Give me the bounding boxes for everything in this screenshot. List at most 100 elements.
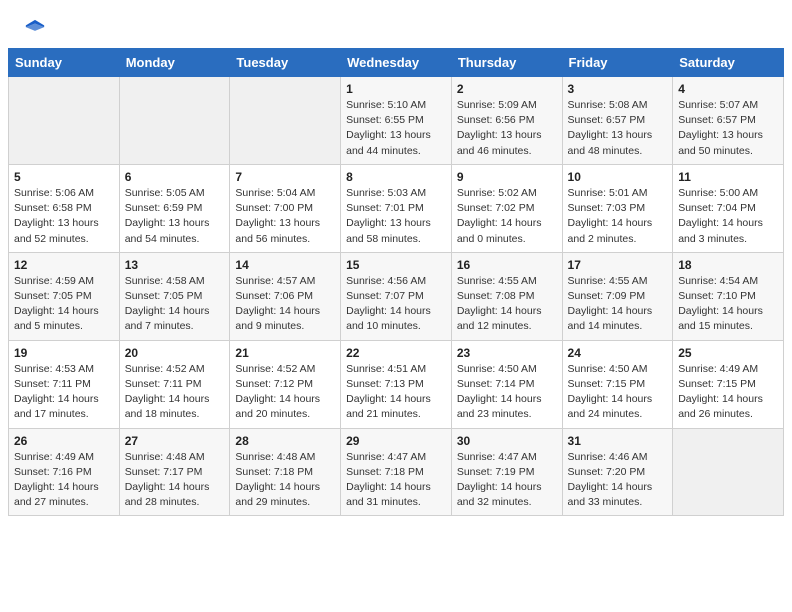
day-info: Sunrise: 5:03 AM Sunset: 7:01 PM Dayligh…: [346, 186, 446, 247]
day-info: Sunrise: 4:55 AM Sunset: 7:09 PM Dayligh…: [568, 274, 668, 335]
day-number: 22: [346, 346, 446, 360]
day-info: Sunrise: 4:54 AM Sunset: 7:10 PM Dayligh…: [678, 274, 778, 335]
day-number: 10: [568, 170, 668, 184]
day-number: 5: [14, 170, 114, 184]
day-number: 1: [346, 82, 446, 96]
day-info: Sunrise: 5:02 AM Sunset: 7:02 PM Dayligh…: [457, 186, 557, 247]
calendar-cell: [673, 428, 784, 516]
day-info: Sunrise: 4:57 AM Sunset: 7:06 PM Dayligh…: [235, 274, 335, 335]
calendar-cell: 9 Sunrise: 5:02 AM Sunset: 7:02 PM Daylig…: [451, 164, 562, 252]
day-number: 24: [568, 346, 668, 360]
calendar-cell: 29 Sunrise: 4:47 AM Sunset: 7:18 PM Dayli…: [341, 428, 452, 516]
day-number: 8: [346, 170, 446, 184]
calendar-cell: 31 Sunrise: 4:46 AM Sunset: 7:20 PM Dayli…: [562, 428, 673, 516]
weekday-row: SundayMondayTuesdayWednesdayThursdayFrid…: [9, 49, 784, 77]
day-info: Sunrise: 4:55 AM Sunset: 7:08 PM Dayligh…: [457, 274, 557, 335]
day-info: Sunrise: 4:50 AM Sunset: 7:14 PM Dayligh…: [457, 362, 557, 423]
calendar-cell: 14 Sunrise: 4:57 AM Sunset: 7:06 PM Dayli…: [230, 252, 341, 340]
day-number: 12: [14, 258, 114, 272]
weekday-header-thursday: Thursday: [451, 49, 562, 77]
day-number: 19: [14, 346, 114, 360]
calendar-table: SundayMondayTuesdayWednesdayThursdayFrid…: [8, 48, 784, 516]
day-info: Sunrise: 5:05 AM Sunset: 6:59 PM Dayligh…: [125, 186, 225, 247]
calendar-cell: 28 Sunrise: 4:48 AM Sunset: 7:18 PM Dayli…: [230, 428, 341, 516]
calendar-cell: 30 Sunrise: 4:47 AM Sunset: 7:19 PM Dayli…: [451, 428, 562, 516]
day-number: 9: [457, 170, 557, 184]
day-number: 2: [457, 82, 557, 96]
day-info: Sunrise: 4:49 AM Sunset: 7:15 PM Dayligh…: [678, 362, 778, 423]
day-number: 14: [235, 258, 335, 272]
weekday-header-monday: Monday: [119, 49, 230, 77]
calendar-cell: 6 Sunrise: 5:05 AM Sunset: 6:59 PM Daylig…: [119, 164, 230, 252]
calendar-week-1: 1Sunrise: 5:10 AM Sunset: 6:55 PM Daylig…: [9, 77, 784, 165]
day-number: 29: [346, 434, 446, 448]
day-info: Sunrise: 4:47 AM Sunset: 7:18 PM Dayligh…: [346, 450, 446, 511]
calendar-week-5: 26Sunrise: 4:49 AM Sunset: 7:16 PM Dayli…: [9, 428, 784, 516]
day-number: 20: [125, 346, 225, 360]
calendar-cell: 17 Sunrise: 4:55 AM Sunset: 7:09 PM Dayli…: [562, 252, 673, 340]
day-number: 18: [678, 258, 778, 272]
day-info: Sunrise: 5:08 AM Sunset: 6:57 PM Dayligh…: [568, 98, 668, 159]
calendar-cell: 8 Sunrise: 5:03 AM Sunset: 7:01 PM Daylig…: [341, 164, 452, 252]
day-info: Sunrise: 5:04 AM Sunset: 7:00 PM Dayligh…: [235, 186, 335, 247]
calendar-cell: 25 Sunrise: 4:49 AM Sunset: 7:15 PM Dayli…: [673, 340, 784, 428]
day-number: 25: [678, 346, 778, 360]
day-number: 7: [235, 170, 335, 184]
calendar-cell: 20 Sunrise: 4:52 AM Sunset: 7:11 PM Dayli…: [119, 340, 230, 428]
day-info: Sunrise: 4:49 AM Sunset: 7:16 PM Dayligh…: [14, 450, 114, 511]
day-number: 17: [568, 258, 668, 272]
weekday-header-friday: Friday: [562, 49, 673, 77]
day-info: Sunrise: 4:48 AM Sunset: 7:17 PM Dayligh…: [125, 450, 225, 511]
calendar-cell: 21Sunrise: 4:52 AM Sunset: 7:12 PM Dayli…: [230, 340, 341, 428]
calendar-cell: 16Sunrise: 4:55 AM Sunset: 7:08 PM Dayli…: [451, 252, 562, 340]
calendar-cell: 22 Sunrise: 4:51 AM Sunset: 7:13 PM Dayli…: [341, 340, 452, 428]
calendar-cell: [119, 77, 230, 165]
day-info: Sunrise: 5:09 AM Sunset: 6:56 PM Dayligh…: [457, 98, 557, 159]
day-number: 31: [568, 434, 668, 448]
day-info: Sunrise: 4:51 AM Sunset: 7:13 PM Dayligh…: [346, 362, 446, 423]
day-info: Sunrise: 4:56 AM Sunset: 7:07 PM Dayligh…: [346, 274, 446, 335]
day-info: Sunrise: 4:47 AM Sunset: 7:19 PM Dayligh…: [457, 450, 557, 511]
weekday-header-saturday: Saturday: [673, 49, 784, 77]
calendar-cell: 26Sunrise: 4:49 AM Sunset: 7:16 PM Dayli…: [9, 428, 120, 516]
calendar-cell: [230, 77, 341, 165]
page-header: [0, 0, 792, 48]
calendar-cell: 1Sunrise: 5:10 AM Sunset: 6:55 PM Daylig…: [341, 77, 452, 165]
day-info: Sunrise: 4:59 AM Sunset: 7:05 PM Dayligh…: [14, 274, 114, 335]
weekday-header-wednesday: Wednesday: [341, 49, 452, 77]
day-info: Sunrise: 5:07 AM Sunset: 6:57 PM Dayligh…: [678, 98, 778, 159]
calendar-cell: 3 Sunrise: 5:08 AM Sunset: 6:57 PM Daylig…: [562, 77, 673, 165]
calendar-cell: 12 Sunrise: 4:59 AM Sunset: 7:05 PM Dayli…: [9, 252, 120, 340]
calendar-week-2: 5 Sunrise: 5:06 AM Sunset: 6:58 PM Daylig…: [9, 164, 784, 252]
day-number: 30: [457, 434, 557, 448]
day-info: Sunrise: 4:52 AM Sunset: 7:12 PM Dayligh…: [235, 362, 335, 423]
day-number: 3: [568, 82, 668, 96]
day-number: 11: [678, 170, 778, 184]
calendar-cell: 19 Sunrise: 4:53 AM Sunset: 7:11 PM Dayli…: [9, 340, 120, 428]
calendar-body: 1Sunrise: 5:10 AM Sunset: 6:55 PM Daylig…: [9, 77, 784, 516]
day-info: Sunrise: 5:06 AM Sunset: 6:58 PM Dayligh…: [14, 186, 114, 247]
calendar-week-4: 19 Sunrise: 4:53 AM Sunset: 7:11 PM Dayli…: [9, 340, 784, 428]
calendar-cell: 5 Sunrise: 5:06 AM Sunset: 6:58 PM Daylig…: [9, 164, 120, 252]
day-number: 13: [125, 258, 225, 272]
day-number: 28: [235, 434, 335, 448]
day-info: Sunrise: 4:52 AM Sunset: 7:11 PM Dayligh…: [125, 362, 225, 423]
day-info: Sunrise: 5:00 AM Sunset: 7:04 PM Dayligh…: [678, 186, 778, 247]
weekday-header-sunday: Sunday: [9, 49, 120, 77]
day-number: 15: [346, 258, 446, 272]
day-info: Sunrise: 4:53 AM Sunset: 7:11 PM Dayligh…: [14, 362, 114, 423]
calendar-week-3: 12 Sunrise: 4:59 AM Sunset: 7:05 PM Dayli…: [9, 252, 784, 340]
day-info: Sunrise: 4:46 AM Sunset: 7:20 PM Dayligh…: [568, 450, 668, 511]
day-info: Sunrise: 4:50 AM Sunset: 7:15 PM Dayligh…: [568, 362, 668, 423]
day-number: 6: [125, 170, 225, 184]
day-info: Sunrise: 4:48 AM Sunset: 7:18 PM Dayligh…: [235, 450, 335, 511]
calendar-cell: [9, 77, 120, 165]
calendar-cell: 4 Sunrise: 5:07 AM Sunset: 6:57 PM Daylig…: [673, 77, 784, 165]
calendar-cell: 10 Sunrise: 5:01 AM Sunset: 7:03 PM Dayli…: [562, 164, 673, 252]
day-number: 4: [678, 82, 778, 96]
calendar-cell: 27Sunrise: 4:48 AM Sunset: 7:17 PM Dayli…: [119, 428, 230, 516]
calendar-header: SundayMondayTuesdayWednesdayThursdayFrid…: [9, 49, 784, 77]
day-info: Sunrise: 5:01 AM Sunset: 7:03 PM Dayligh…: [568, 186, 668, 247]
calendar-cell: 11 Sunrise: 5:00 AM Sunset: 7:04 PM Dayli…: [673, 164, 784, 252]
calendar-cell: 24 Sunrise: 4:50 AM Sunset: 7:15 PM Dayli…: [562, 340, 673, 428]
